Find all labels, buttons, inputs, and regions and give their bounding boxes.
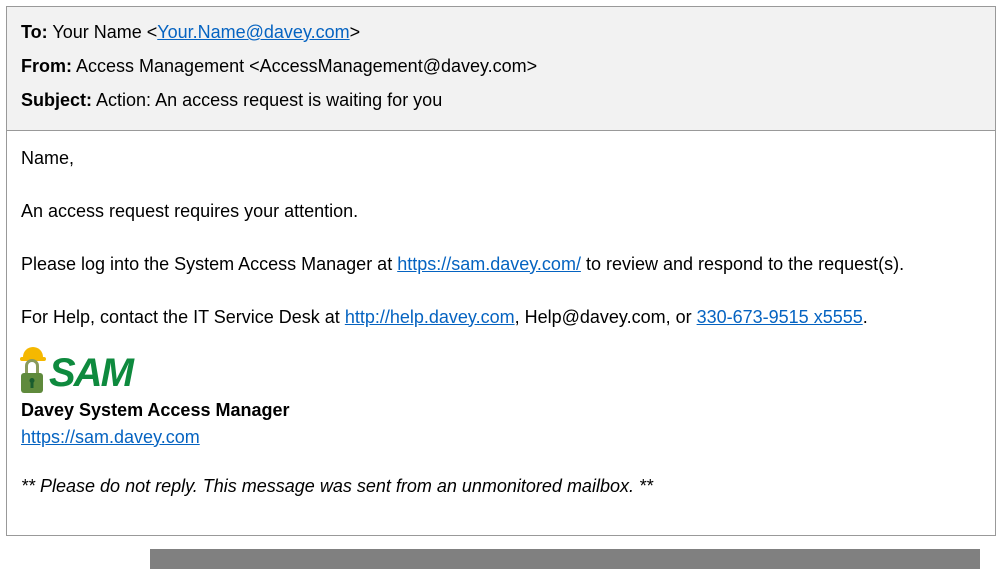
to-line: To: Your Name <Your.Name@davey.com>	[21, 15, 981, 49]
lock-icon	[21, 359, 47, 393]
help-phone-link[interactable]: 330-673-9515 x5555	[697, 307, 863, 327]
sam-logo-text: SAM	[49, 353, 132, 393]
subject-value: Action: An access request is waiting for…	[96, 90, 442, 110]
help-pre: For Help, contact the IT Service Desk at	[21, 307, 345, 327]
help-end: .	[863, 307, 868, 327]
greeting: Name,	[21, 145, 981, 172]
system-name: Davey System Access Manager	[21, 397, 981, 424]
to-name: Your Name	[52, 22, 141, 42]
to-email-link[interactable]: Your.Name@davey.com	[157, 22, 349, 42]
instruction-pre: Please log into the System Access Manage…	[21, 254, 397, 274]
email-header: To: Your Name <Your.Name@davey.com> From…	[7, 7, 995, 131]
subject-line: Subject: Action: An access request is wa…	[21, 83, 981, 117]
logo-section: SAM	[21, 345, 981, 393]
subject-label: Subject:	[21, 90, 92, 110]
from-value: Access Management <AccessManagement@dave…	[76, 56, 537, 76]
sam-url-link[interactable]: https://sam.davey.com/	[397, 254, 581, 274]
from-line: From: Access Management <AccessManagemen…	[21, 49, 981, 83]
signature-link[interactable]: https://sam.davey.com	[21, 427, 200, 447]
from-label: From:	[21, 56, 72, 76]
bottom-bar	[150, 549, 980, 569]
lock-body	[21, 373, 43, 393]
lock-keyhole	[30, 378, 35, 383]
help-mid: , Help@davey.com, or	[515, 307, 697, 327]
help-paragraph: For Help, contact the IT Service Desk at…	[21, 304, 981, 331]
disclaimer-text: ** Please do not reply. This message was…	[21, 473, 981, 500]
hardhat-icon	[23, 347, 43, 359]
email-body: Name, An access request requires your at…	[7, 131, 995, 514]
instruction-post: to review and respond to the request(s).	[581, 254, 904, 274]
lock-shackle	[25, 359, 39, 373]
email-container: To: Your Name <Your.Name@davey.com> From…	[6, 6, 996, 536]
intro-text: An access request requires your attentio…	[21, 198, 981, 225]
instruction-paragraph: Please log into the System Access Manage…	[21, 251, 981, 278]
to-label: To:	[21, 22, 48, 42]
help-url-link[interactable]: http://help.davey.com	[345, 307, 515, 327]
sam-logo: SAM	[21, 345, 981, 393]
